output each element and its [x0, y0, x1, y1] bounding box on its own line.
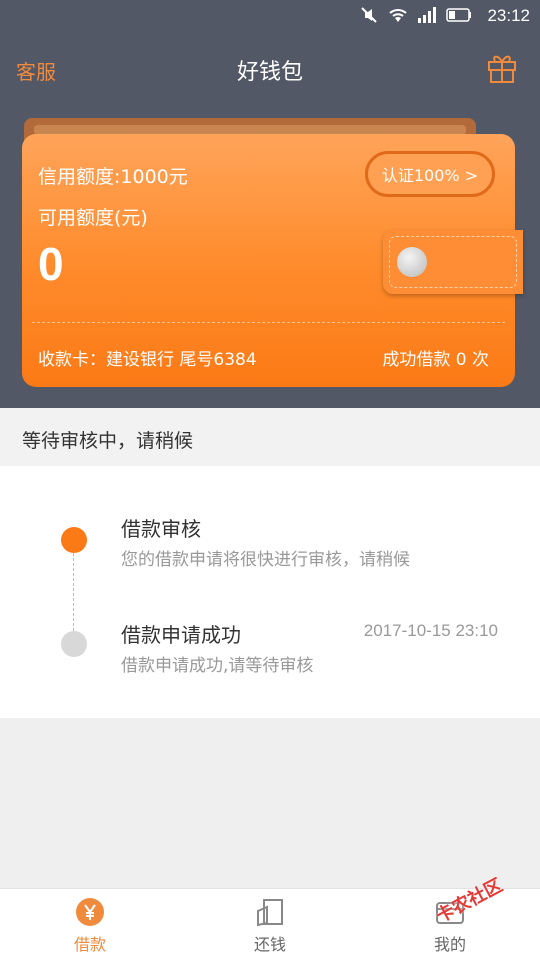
status-icons [360, 6, 472, 24]
timeline-item-title: 借款申请成功 [121, 623, 241, 647]
timeline-connector [73, 538, 74, 646]
page-title: 好钱包 [236, 60, 303, 85]
title-bar: 客服 好钱包 [0, 48, 540, 92]
repay-icon [257, 899, 283, 927]
yen-icon [76, 898, 104, 926]
certification-button[interactable]: 认证100% > [365, 151, 495, 197]
timeline-dot-active [61, 527, 87, 553]
card-divider [32, 322, 505, 323]
timeline-item-title: 借款审核 [121, 517, 201, 541]
available-limit-value: 0 [38, 238, 64, 290]
status-bar: 23:12 [0, 0, 540, 34]
clasp-button-icon [397, 247, 427, 277]
tab-repay[interactable]: 还钱 [210, 889, 330, 960]
battery-icon [446, 8, 471, 22]
credit-limit: 信用额度:1000元 [38, 166, 188, 188]
wallet-clasp [383, 230, 523, 294]
status-banner-text: 等待审核中，请稍候 [22, 430, 194, 452]
progress-timeline: 借款审核 您的借款申请将很快进行审核，请稍候 借款申请成功 2017-10-15… [0, 466, 540, 718]
wifi-icon [389, 9, 407, 22]
tab-label: 还钱 [253, 935, 286, 954]
wallet-card: 信用额度:1000元 认证100% > 可用额度(元) 0 收款卡：建设银行 尾… [22, 134, 523, 387]
watermark-text: 卡农社区 [432, 874, 507, 928]
timeline-item-desc: 借款申请成功,请等待审核 [121, 656, 314, 676]
timeline-item-desc: 您的借款申请将很快进行审核，请稍候 [121, 550, 410, 570]
receiving-card: 收款卡：建设银行 尾号6384 [38, 350, 257, 370]
timeline-dot-done [61, 631, 87, 657]
status-banner: 等待审核中，请稍候 [0, 408, 540, 466]
signal-icon [418, 7, 436, 23]
gift-icon[interactable] [486, 50, 518, 84]
tab-borrow[interactable]: 借款 [30, 889, 150, 960]
status-time: 23:12 [487, 6, 530, 25]
available-limit-label: 可用额度(元) [38, 207, 148, 229]
mute-icon [361, 7, 377, 23]
timeline-item-time: 2017-10-15 23:10 [363, 621, 498, 640]
tab-label: 借款 [73, 935, 106, 954]
success-loan-count: 成功借款 0 次 [382, 350, 489, 370]
